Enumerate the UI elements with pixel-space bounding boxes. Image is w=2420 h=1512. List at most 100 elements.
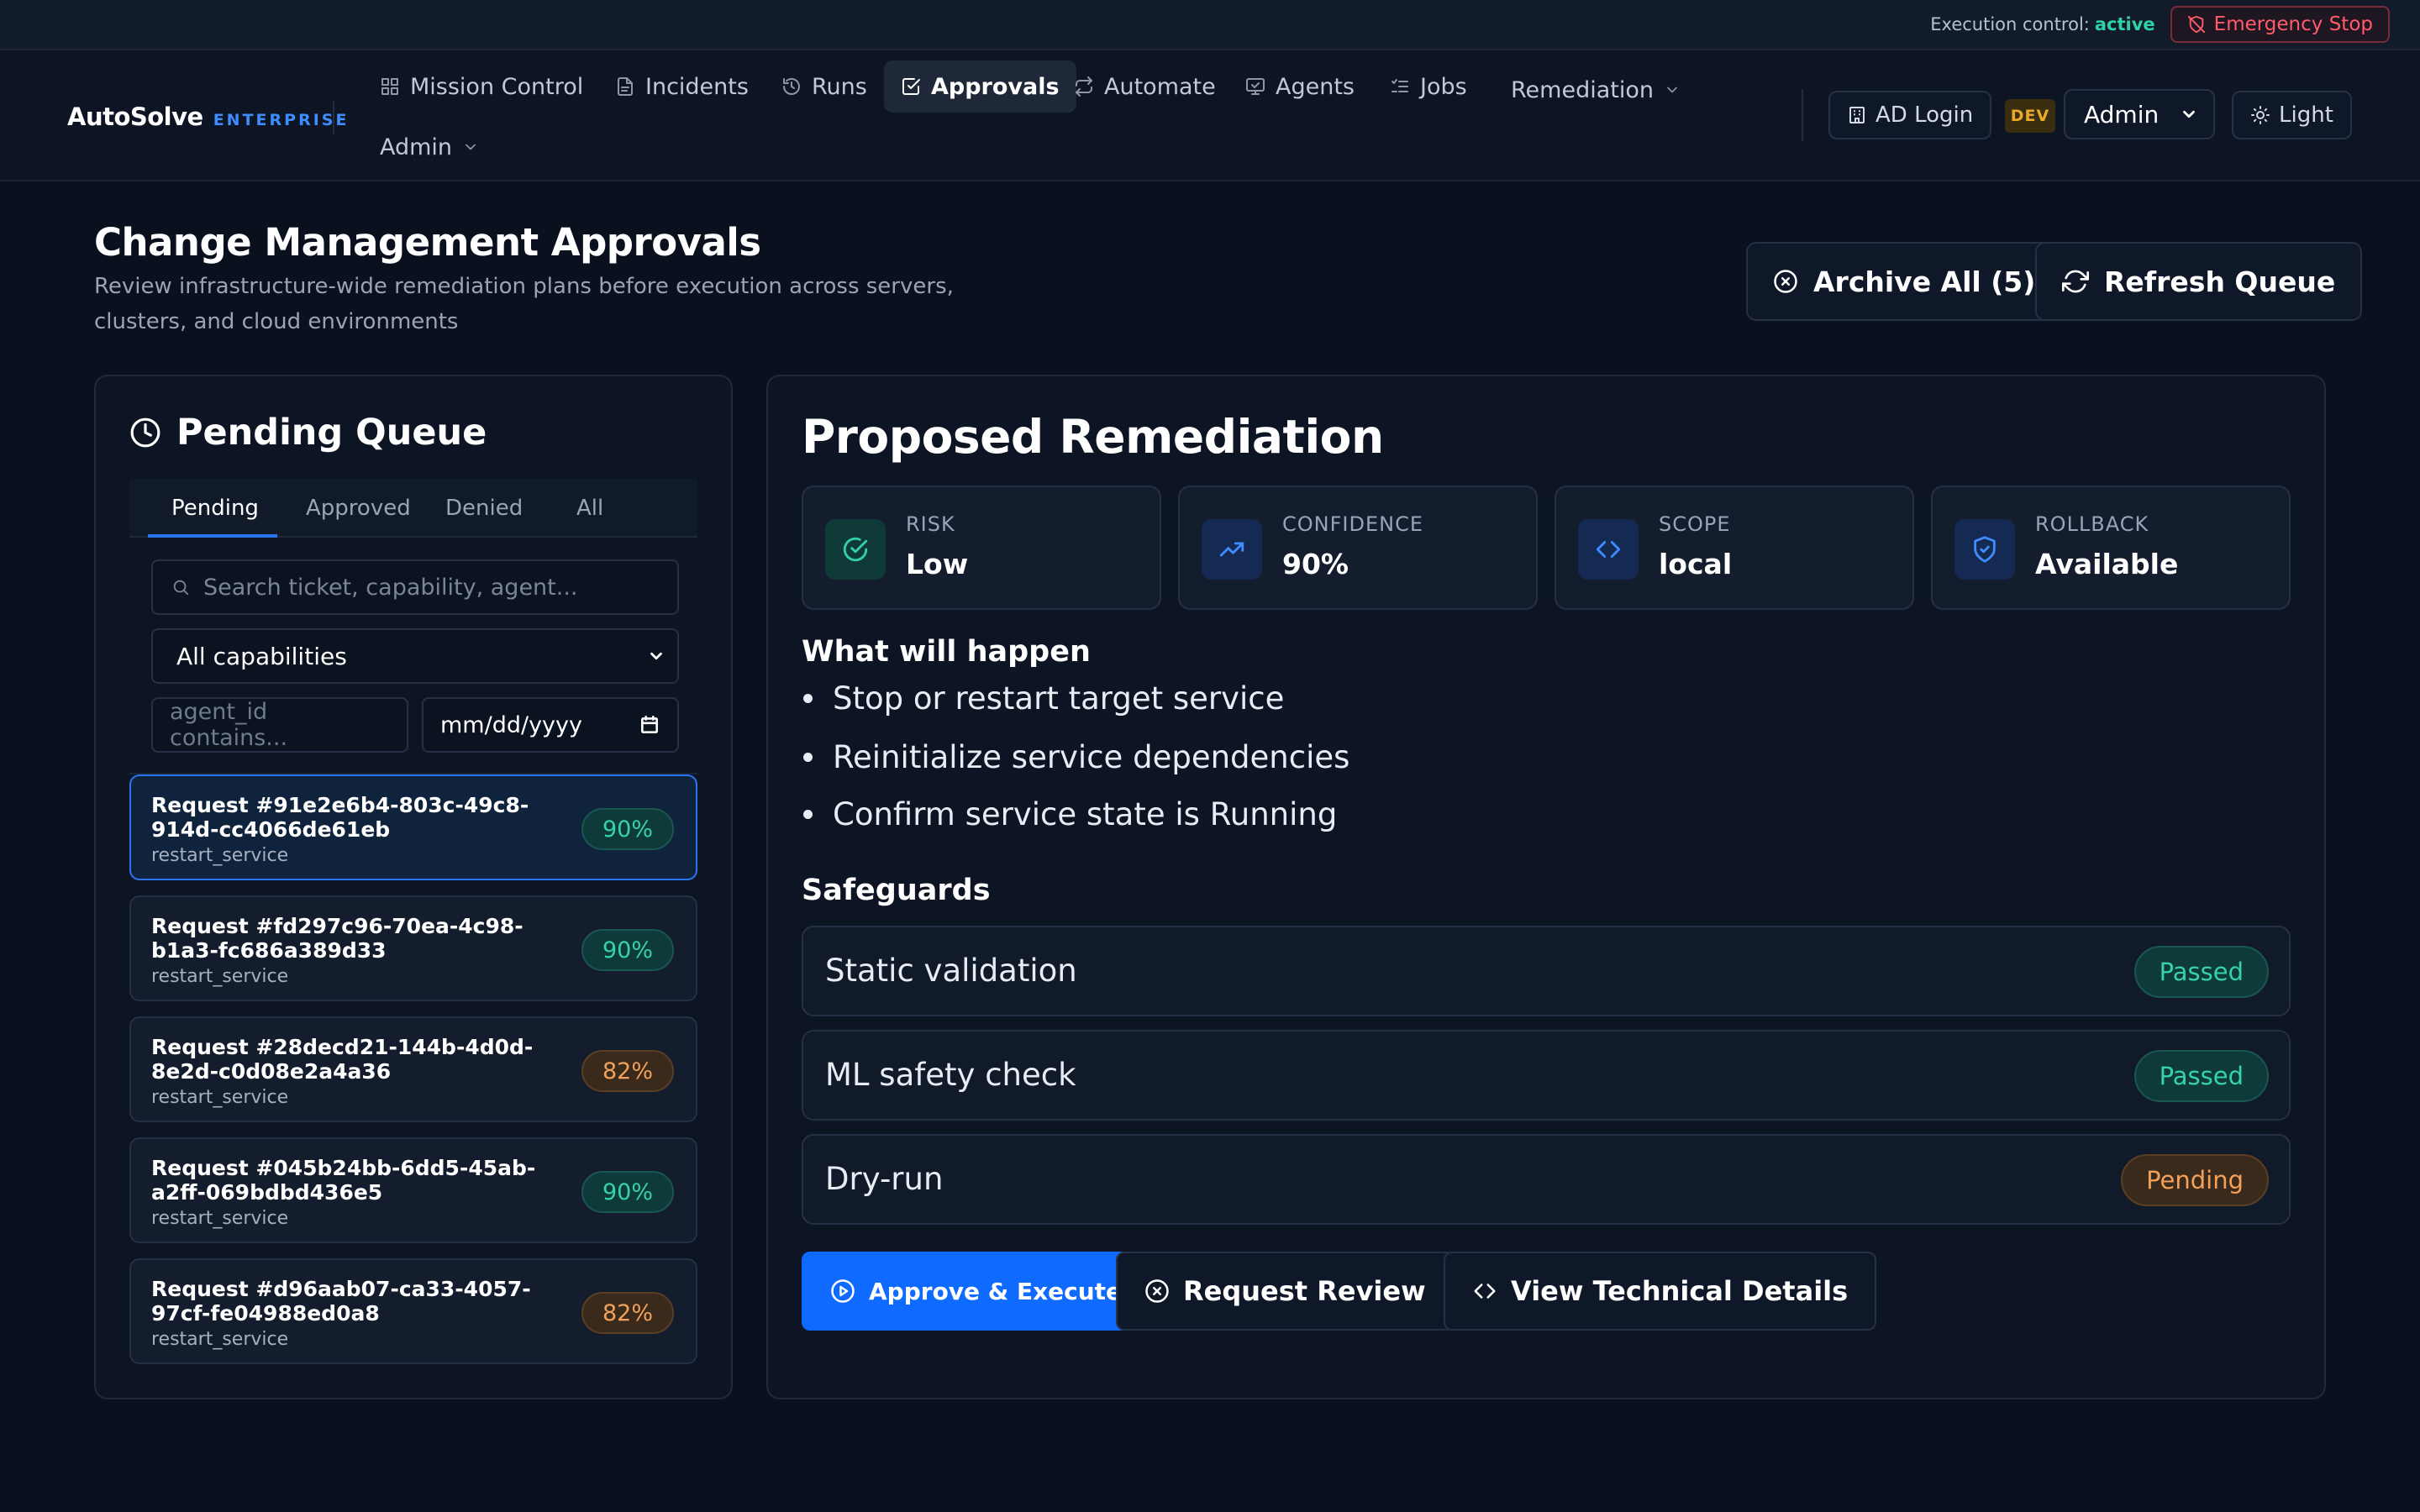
tab-all[interactable]: All bbox=[576, 479, 603, 538]
safeguard-status-badge: Pending bbox=[2121, 1154, 2269, 1206]
trending-up-icon bbox=[1202, 519, 1262, 580]
view-technical-details-button[interactable]: View Technical Details bbox=[1444, 1252, 1877, 1331]
request-capability: restart_service bbox=[151, 1087, 289, 1108]
refresh-queue-button[interactable]: Refresh Queue bbox=[2035, 242, 2363, 321]
nav-jobs[interactable]: Jobs bbox=[1373, 60, 1484, 113]
repeat-icon bbox=[1074, 76, 1094, 97]
code-icon bbox=[1578, 519, 1639, 580]
list-check-icon bbox=[1390, 76, 1410, 97]
calendar-icon bbox=[639, 714, 660, 736]
stat-value: Available bbox=[2035, 548, 2179, 580]
stat-scope: SCOPE local bbox=[1555, 486, 1914, 610]
request-capability: restart_service bbox=[151, 1208, 289, 1229]
nav-incidents[interactable]: Incidents bbox=[598, 60, 765, 113]
page-title: Change Management Approvals bbox=[94, 220, 761, 265]
ad-login-label: AD Login bbox=[1876, 102, 1974, 128]
request-capability: restart_service bbox=[151, 1329, 289, 1350]
request-card[interactable]: Request #91e2e6b4-803c-49c8-914d-cc4066d… bbox=[129, 774, 697, 880]
nav-label: Automate bbox=[1104, 73, 1216, 100]
tab-approved[interactable]: Approved bbox=[306, 479, 411, 538]
ad-login-button[interactable]: AD Login bbox=[1828, 91, 1992, 139]
play-circle-icon bbox=[830, 1278, 855, 1304]
remediation-title: Proposed Remediation bbox=[802, 410, 1384, 464]
brand-logo[interactable]: AutoSolve ENTERPRISE bbox=[67, 102, 349, 131]
x-circle-icon bbox=[1144, 1278, 1170, 1304]
step-item: Reinitialize service dependencies bbox=[802, 739, 1349, 775]
bullet-dot bbox=[803, 694, 813, 703]
code-icon bbox=[1472, 1278, 1497, 1304]
date-filter-input[interactable]: mm/dd/yyyy bbox=[422, 697, 679, 753]
emergency-stop-button[interactable]: Emergency Stop bbox=[2170, 6, 2390, 43]
stat-icon-bg bbox=[1202, 519, 1262, 580]
queue-search-input[interactable]: Search ticket, capability, agent... bbox=[151, 559, 679, 615]
step-text: Confirm service state is Running bbox=[833, 796, 1338, 832]
what-will-happen-heading: What will happen bbox=[802, 635, 1091, 669]
safeguards-heading: Safeguards bbox=[802, 874, 991, 907]
check-square-icon bbox=[901, 76, 921, 97]
nav-automate[interactable]: Automate bbox=[1057, 60, 1233, 113]
approve-execute-label: Approve & Execute bbox=[869, 1277, 1123, 1305]
stat-icon-bg bbox=[1578, 519, 1639, 580]
bullet-dot bbox=[803, 810, 813, 819]
chevron-down-icon bbox=[647, 647, 666, 665]
chevron-down-icon bbox=[1664, 81, 1681, 98]
request-card[interactable]: Request #fd297c96-70ea-4c98-b1a3-fc686a3… bbox=[129, 895, 697, 1001]
execution-control-label: Execution control: active bbox=[1930, 14, 2154, 34]
app-header: AutoSolve ENTERPRISE Mission Control Inc… bbox=[0, 50, 2420, 181]
nav-remediation[interactable]: Remediation bbox=[1494, 64, 1697, 116]
agent-id-filter-input[interactable]: agent_id contains... bbox=[151, 697, 408, 753]
nav-approvals[interactable]: Approvals bbox=[884, 60, 1076, 113]
safeguard-row: Static validation Passed bbox=[802, 926, 2291, 1016]
request-card[interactable]: Request #28decd21-144b-4d0d-8e2d-c0d08e2… bbox=[129, 1016, 697, 1122]
step-text: Reinitialize service dependencies bbox=[833, 739, 1350, 775]
brand-name: AutoSolve bbox=[67, 102, 203, 131]
header-divider bbox=[1802, 89, 1803, 141]
nav-label: Jobs bbox=[1420, 73, 1467, 100]
nav-mission-control[interactable]: Mission Control bbox=[363, 60, 600, 113]
x-circle-icon bbox=[1773, 269, 1798, 294]
capability-value: All capabilities bbox=[176, 642, 347, 670]
request-card[interactable]: Request #d96aab07-ca33-4057-97cf-fe04988… bbox=[129, 1258, 697, 1364]
search-icon bbox=[171, 578, 190, 596]
shield-off-icon bbox=[2187, 15, 2206, 34]
stat-label: SCOPE bbox=[1659, 512, 1731, 536]
execution-control-text: Execution control: bbox=[1930, 14, 2090, 34]
nav-label: Agents bbox=[1276, 73, 1355, 100]
tab-pending[interactable]: Pending bbox=[171, 479, 259, 538]
safeguard-row: Dry-run Pending bbox=[802, 1134, 2291, 1225]
confidence-badge: 90% bbox=[581, 808, 674, 850]
tab-denied[interactable]: Denied bbox=[445, 479, 523, 538]
archive-all-label: Archive All (5) bbox=[1813, 265, 2036, 298]
archive-all-button[interactable]: Archive All (5) bbox=[1746, 242, 2063, 321]
confidence-badge: 90% bbox=[581, 1171, 674, 1213]
request-card[interactable]: Request #045b24bb-6dd5-45ab-a2ff-069bdbd… bbox=[129, 1137, 697, 1243]
nav-agents[interactable]: Agents bbox=[1228, 60, 1371, 113]
nav-admin[interactable]: Admin bbox=[363, 121, 496, 173]
request-capability: restart_service bbox=[151, 845, 289, 866]
stat-value: local bbox=[1659, 548, 1733, 580]
request-review-label: Request Review bbox=[1183, 1275, 1426, 1307]
nav-label: Approvals bbox=[931, 73, 1060, 100]
nav-label: Runs bbox=[812, 73, 867, 100]
sun-icon bbox=[2250, 105, 2270, 125]
queue-tabs: Pending Approved Denied All bbox=[129, 479, 697, 538]
refresh-icon bbox=[2062, 268, 2089, 295]
chevron-down-icon bbox=[462, 139, 479, 155]
emergency-stop-label: Emergency Stop bbox=[2213, 13, 2373, 35]
approve-execute-button[interactable]: Approve & Execute bbox=[802, 1252, 1151, 1331]
role-select[interactable]: Admin bbox=[2064, 89, 2215, 139]
request-review-button[interactable]: Request Review bbox=[1116, 1252, 1455, 1331]
nav-runs[interactable]: Runs bbox=[765, 60, 884, 113]
pending-queue-title: Pending Queue bbox=[176, 412, 487, 454]
shield-check-icon bbox=[1954, 519, 2015, 580]
stat-label: RISK bbox=[906, 512, 955, 536]
request-title: Request #fd297c96-70ea-4c98-b1a3-fc686a3… bbox=[151, 914, 523, 963]
request-title: Request #91e2e6b4-803c-49c8-914d-cc4066d… bbox=[151, 793, 529, 842]
capability-select[interactable]: All capabilities bbox=[151, 628, 679, 684]
safeguard-status-badge: Passed bbox=[2133, 946, 2269, 998]
nav-label: Incidents bbox=[645, 73, 749, 100]
stat-risk: RISK Low bbox=[802, 486, 1161, 610]
theme-toggle-button[interactable]: Light bbox=[2232, 91, 2352, 139]
safeguard-row: ML safety check Passed bbox=[802, 1030, 2291, 1121]
theme-label: Light bbox=[2279, 102, 2333, 128]
